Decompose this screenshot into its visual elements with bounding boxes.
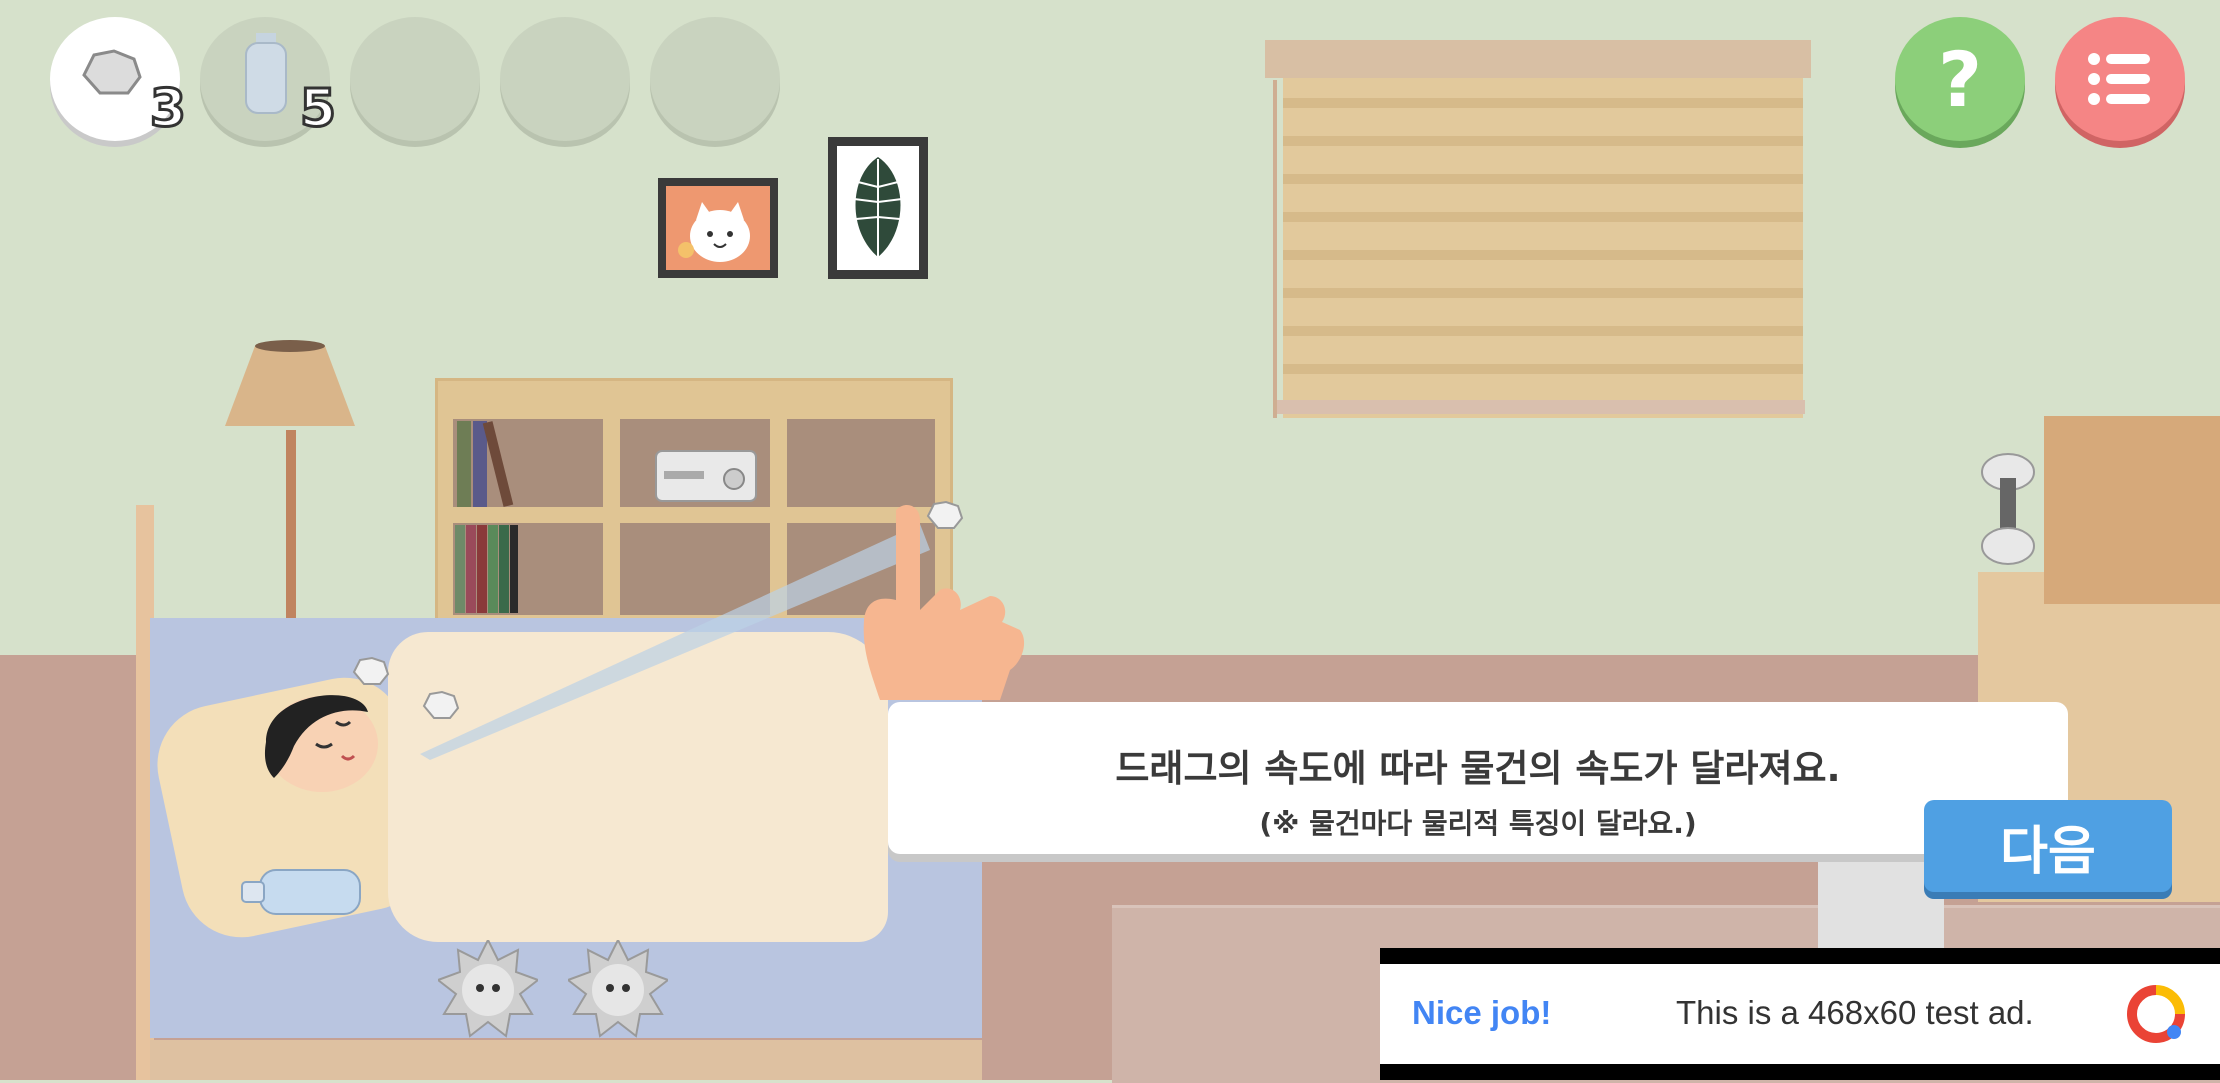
next-button[interactable]: 다음 bbox=[1924, 800, 2172, 892]
dust-bunny-monster[interactable] bbox=[438, 940, 538, 1040]
list-menu-icon bbox=[2088, 53, 2150, 105]
dust-bunny-monster[interactable] bbox=[568, 940, 668, 1040]
floor-lamp bbox=[225, 340, 355, 432]
crumpled-paper-icon bbox=[82, 49, 142, 95]
radio-icon bbox=[655, 450, 757, 502]
item-slot-paper[interactable]: 3 bbox=[50, 17, 188, 141]
ad-logo-icon bbox=[2127, 985, 2185, 1043]
menu-button[interactable] bbox=[2055, 17, 2185, 141]
leaf-picture-frame bbox=[828, 137, 928, 279]
cat-picture-frame bbox=[658, 178, 778, 278]
drag-trajectory bbox=[420, 524, 930, 760]
tutorial-message: 드래그의 속도에 따라 물건의 속도가 달라져요. bbox=[1115, 747, 1841, 790]
tutorial-dialog: 드래그의 속도에 따라 물건의 속도가 달라져요. (※ 물건마다 물리적 특징… bbox=[888, 702, 2068, 854]
sleeping-boy bbox=[264, 695, 378, 792]
item-count: 3 bbox=[148, 78, 187, 141]
ad-body-text[interactable]: This is a 468x60 test ad. bbox=[1676, 994, 2034, 1032]
tutorial-note: (※ 물건마다 물리적 특징이 달라요.) bbox=[1259, 807, 1697, 840]
dumbbell-icon[interactable] bbox=[1980, 452, 2036, 568]
crumpled-paper-object[interactable] bbox=[350, 654, 392, 688]
cardboard-box[interactable] bbox=[2044, 416, 2220, 604]
ad-banner[interactable]: Nice job! This is a 468x60 test ad. bbox=[1380, 948, 2220, 1080]
item-slot-bottle[interactable]: 5 bbox=[200, 17, 338, 141]
bed-frame bbox=[150, 1040, 982, 1080]
item-slot-empty[interactable] bbox=[500, 17, 630, 141]
item-slot-empty[interactable] bbox=[350, 17, 480, 141]
window-blinds[interactable] bbox=[1265, 40, 1811, 440]
water-bottle-object[interactable] bbox=[240, 866, 366, 918]
ad-headline[interactable]: Nice job! bbox=[1412, 994, 1551, 1032]
water-bottle-icon bbox=[245, 33, 287, 114]
lamp-pole bbox=[286, 430, 296, 620]
pointing-hand-icon bbox=[863, 505, 1025, 700]
item-slot-empty[interactable] bbox=[650, 17, 780, 141]
help-button[interactable]: ? bbox=[1895, 17, 2025, 141]
item-count: 5 bbox=[298, 78, 337, 141]
